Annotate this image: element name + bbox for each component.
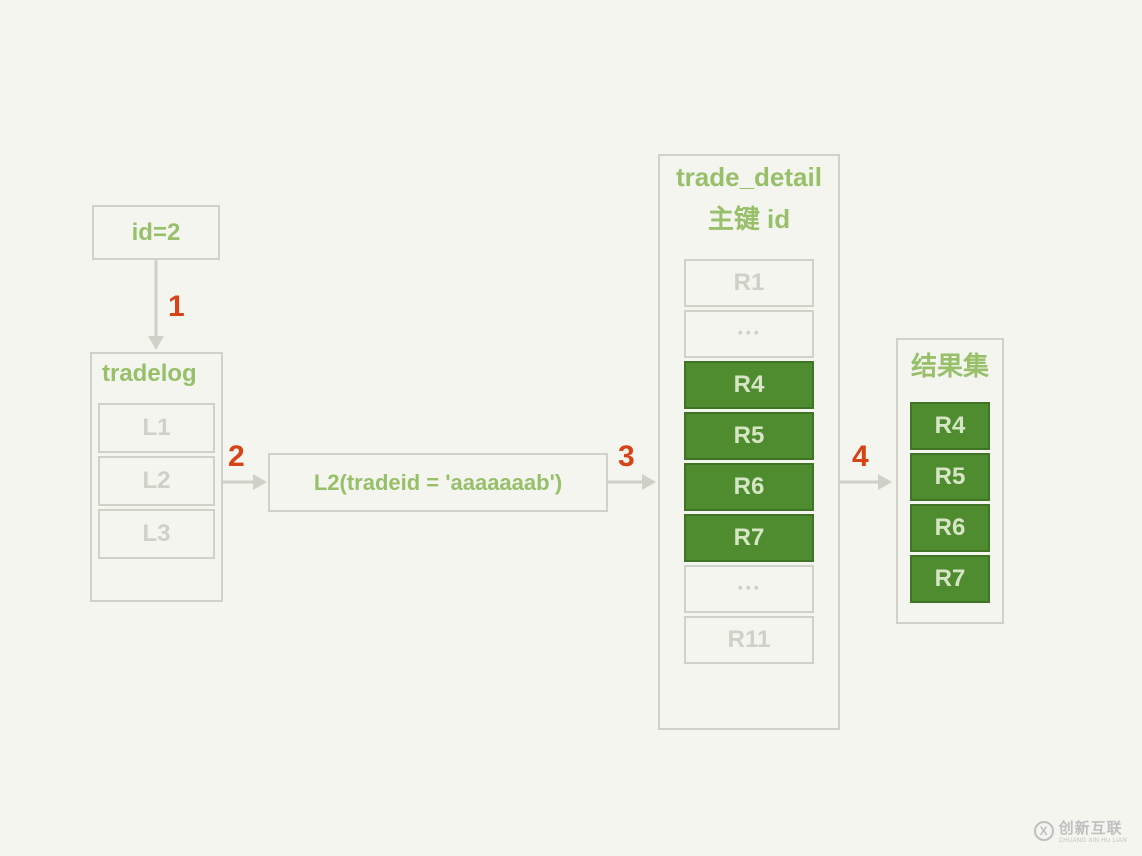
tradelog-row: L3 <box>98 509 215 559</box>
step-2: 2 <box>228 440 245 474</box>
trade-detail-box: trade_detail 主键 id R1 ··· R4 R5 R6 R7 ··… <box>658 154 840 730</box>
tradelog-row: L2 <box>98 456 215 506</box>
table-row: R1 <box>684 259 814 307</box>
watermark-sub: CHUANG XIN HU LIAN <box>1059 838 1127 844</box>
result-row: R6 <box>910 504 990 552</box>
table-row: R11 <box>684 616 814 664</box>
table-row: R6 <box>684 463 814 511</box>
result-row: R7 <box>910 555 990 603</box>
arrow-1-head <box>148 336 164 350</box>
step-1: 1 <box>168 290 185 324</box>
tradelog-box: tradelog L1 L2 L3 <box>90 352 223 602</box>
condition-box: L2(tradeid = 'aaaaaaab') <box>268 453 608 512</box>
id-box: id=2 <box>92 205 220 260</box>
table-row: R4 <box>684 361 814 409</box>
condition-label: L2(tradeid = 'aaaaaaab') <box>314 470 562 496</box>
table-row: ··· <box>684 310 814 358</box>
watermark-text: 创新互联 <box>1059 820 1123 837</box>
result-row: R4 <box>910 402 990 450</box>
tradelog-row: L1 <box>98 403 215 453</box>
result-row: R5 <box>910 453 990 501</box>
step-4: 4 <box>852 440 869 474</box>
arrow-2-head <box>253 474 267 490</box>
arrow-3-head <box>642 474 656 490</box>
table-row: R5 <box>684 412 814 460</box>
watermark: X 创新互联 CHUANG XIN HU LIAN <box>1034 817 1127 844</box>
result-title: 结果集 <box>911 351 989 381</box>
trade-detail-title2: 主键 id <box>676 199 822 236</box>
tradelog-title: tradelog <box>102 360 197 387</box>
watermark-icon: X <box>1034 821 1054 841</box>
table-row: ··· <box>684 565 814 613</box>
step-3: 3 <box>618 440 635 474</box>
id-box-label: id=2 <box>132 219 181 247</box>
arrow-4-head <box>878 474 892 490</box>
result-box: 结果集 R4 R5 R6 R7 <box>896 338 1004 624</box>
table-row: R7 <box>684 514 814 562</box>
trade-detail-title1: trade_detail <box>676 162 822 193</box>
